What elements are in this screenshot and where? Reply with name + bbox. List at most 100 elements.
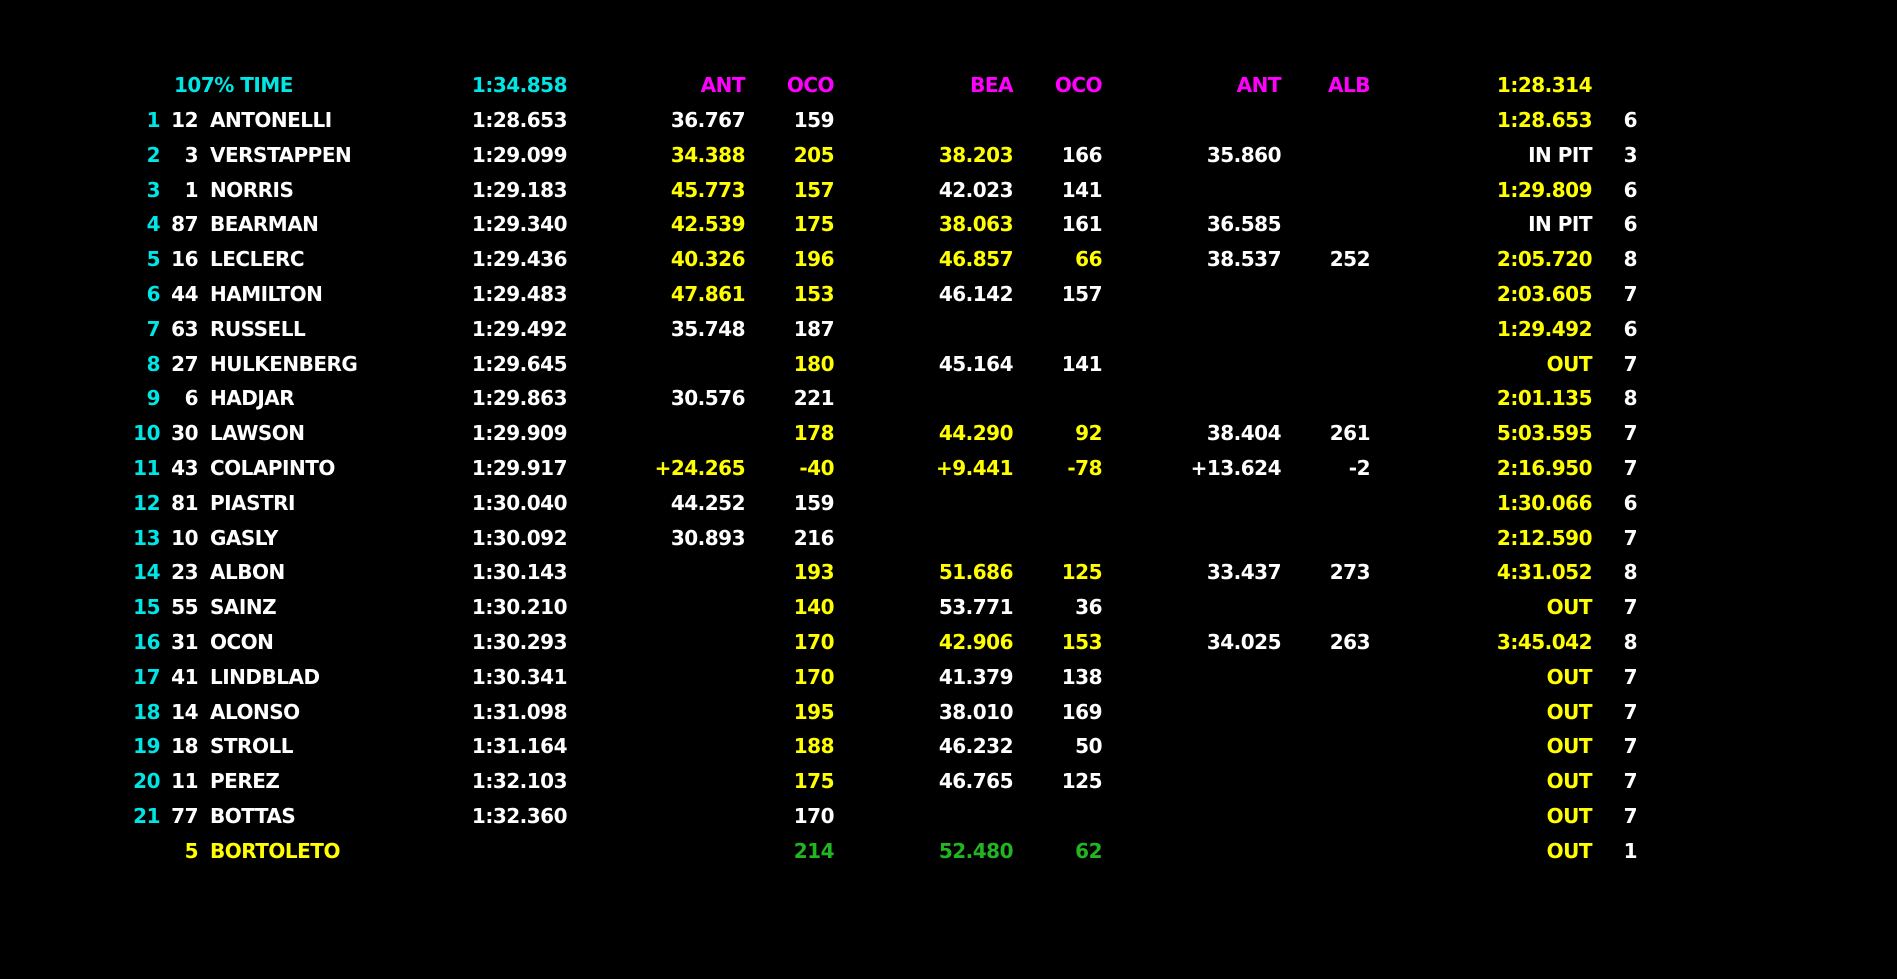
lap-count: 6 [1623, 490, 1638, 515]
lap-count: 1 [1623, 838, 1638, 863]
sector2-time: 46.232 [938, 734, 1014, 759]
sector1-speed: 159 [793, 490, 835, 515]
position: 14 [133, 560, 160, 585]
car-number: 27 [171, 351, 198, 376]
best-lap-time: 1:29.099 [471, 142, 568, 167]
position: 11 [133, 456, 160, 480]
sector2-speed: 141 [1061, 177, 1103, 202]
s1-driver-header: ANT [700, 73, 746, 97]
sector1-speed: 153 [793, 282, 835, 306]
driver-name: LAWSON [210, 421, 305, 446]
sector1-speed: 170 [793, 664, 835, 689]
best-lap-time: 1:30.341 [471, 664, 568, 689]
sector1-time: 36.767 [670, 108, 746, 132]
sector2-speed: 138 [1061, 664, 1103, 689]
driver-name: LECLERC [210, 247, 305, 272]
sector1-speed: 170 [793, 630, 835, 654]
sector1-speed: 175 [793, 212, 835, 237]
sector2-time: 46.857 [938, 247, 1014, 272]
driver-name: HULKENBERG [210, 351, 358, 376]
lap-count: 8 [1623, 630, 1638, 654]
last-lap-status: IN PIT [1528, 142, 1592, 167]
position: 16 [133, 630, 160, 654]
best-lap-time: 1:30.092 [471, 525, 568, 550]
sector1-time: 47.861 [670, 282, 746, 306]
driver-name: SAINZ [210, 595, 277, 620]
sector2-speed: 161 [1061, 212, 1103, 237]
sector2-time: 42.906 [938, 630, 1014, 654]
car-number: 3 [184, 142, 199, 167]
position: 21 [133, 804, 160, 828]
lap-count: 7 [1623, 351, 1638, 376]
driver-name: COLAPINTO [210, 456, 335, 480]
driver-name: BEARMAN [210, 212, 319, 237]
sector1-speed: 205 [793, 142, 835, 167]
sector2-time: 44.290 [938, 421, 1014, 446]
threshold-label: 107% TIME [174, 73, 293, 97]
driver-name: STROLL [210, 734, 293, 759]
sector3-time: 36.585 [1206, 212, 1282, 237]
car-number: 1 [184, 177, 199, 202]
s3-rel-header: ALB [1328, 73, 1370, 97]
last-lap-status: OUT [1546, 351, 1593, 376]
car-number: 63 [171, 316, 198, 341]
sector2-time: 42.023 [938, 177, 1014, 202]
lap-count: 7 [1623, 769, 1638, 794]
last-lap-status: 2:01.135 [1496, 386, 1593, 411]
sector3-time: +13.624 [1190, 456, 1282, 480]
sector1-time: 35.748 [670, 316, 746, 341]
driver-name: HADJAR [210, 386, 295, 411]
car-number: 43 [171, 456, 198, 480]
car-number: 55 [171, 595, 198, 620]
sector1-speed: 221 [793, 386, 835, 411]
sector2-speed: 169 [1061, 699, 1103, 724]
sector2-speed: 92 [1075, 421, 1102, 446]
position: 12 [133, 490, 160, 515]
sector1-speed: 180 [793, 351, 835, 376]
position: 10 [133, 421, 160, 446]
s2-rel-header: OCO [1054, 73, 1103, 97]
best-time-header: 1:28.314 [1496, 73, 1593, 97]
last-lap-status: 3:45.042 [1496, 630, 1593, 654]
sector2-time: 38.203 [938, 142, 1014, 167]
last-lap-status: 2:03.605 [1496, 282, 1593, 306]
sector1-speed: 193 [793, 560, 835, 585]
best-lap-time: 1:29.183 [471, 177, 568, 202]
table-row: 20 11 PEREZ 1:32.103 175 46.765 125 OUT 7 [0, 764, 1897, 799]
best-lap-time: 1:30.040 [471, 490, 568, 515]
sector1-speed: 216 [793, 525, 835, 550]
position: 17 [133, 664, 160, 689]
car-number: 87 [171, 212, 198, 237]
table-row: 19 18 STROLL 1:31.164 188 46.232 50 OUT 7 [0, 729, 1897, 764]
sector1-speed: -40 [799, 456, 834, 480]
car-number: 12 [171, 108, 198, 132]
driver-name: ALONSO [210, 699, 300, 724]
car-number: 14 [171, 699, 198, 724]
sector1-time: 40.326 [670, 247, 746, 272]
sector1-speed: 175 [793, 769, 835, 794]
best-lap-time: 1:31.164 [471, 734, 568, 759]
car-number: 6 [184, 386, 199, 411]
sector1-speed: 157 [793, 177, 835, 202]
lap-count: 8 [1623, 247, 1638, 272]
sector2-speed: 157 [1061, 282, 1103, 306]
sector2-time: 46.765 [938, 769, 1014, 794]
lap-count: 7 [1623, 282, 1638, 306]
last-lap-status: 1:28.653 [1496, 108, 1593, 132]
table-row: 6 44 HAMILTON 1:29.483 47.861 153 46.142 157 2:0… [0, 277, 1897, 312]
table-row: 8 27 HULKENBERG 1:29.645 180 45.164 141 OUT 7 [0, 347, 1897, 382]
last-lap-status: OUT [1546, 664, 1593, 689]
driver-name: NORRIS [210, 177, 294, 202]
driver-name: PEREZ [210, 769, 280, 794]
last-lap-status: OUT [1546, 734, 1593, 759]
lap-count: 6 [1623, 108, 1638, 132]
table-row: 17 41 LINDBLAD 1:30.341 170 41.379 138 OUT 7 [0, 660, 1897, 695]
car-number: 41 [171, 664, 198, 689]
last-lap-status: 5:03.595 [1496, 421, 1593, 446]
sector3-speed: 252 [1329, 247, 1371, 272]
best-lap-time: 1:32.103 [471, 769, 568, 794]
last-lap-status: 4:31.052 [1496, 560, 1593, 585]
best-lap-time: 1:28.653 [471, 108, 568, 132]
best-lap-time: 1:30.293 [471, 630, 568, 654]
position: 8 [146, 351, 161, 376]
